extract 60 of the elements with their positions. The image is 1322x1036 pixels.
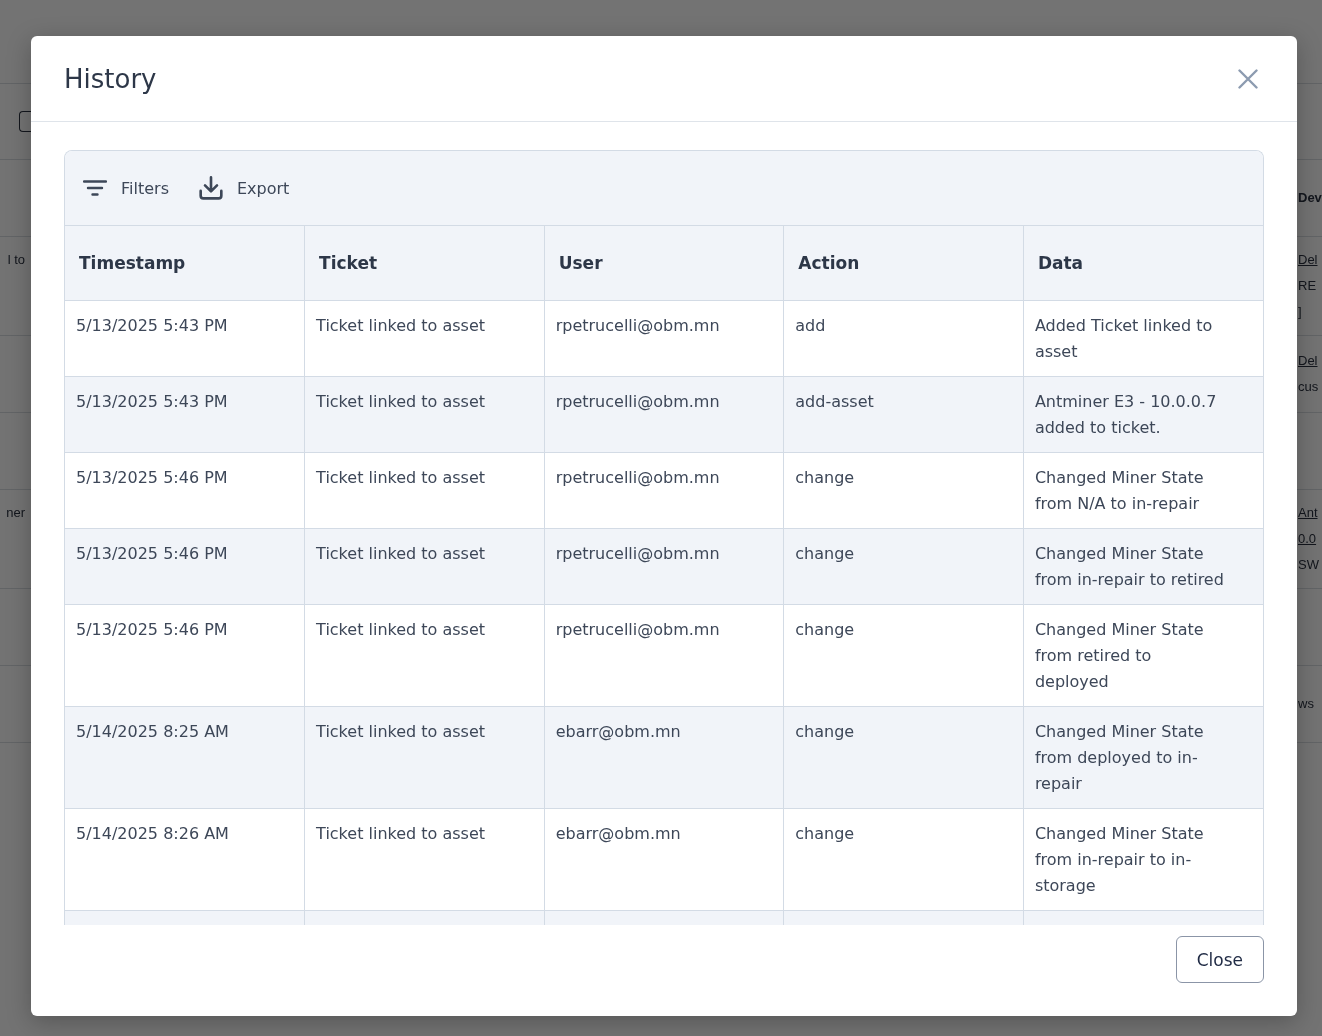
close-button[interactable]: Close: [1175, 936, 1264, 983]
table-cell: rpetrucelli@obm.mn: [544, 452, 784, 529]
cell-text: RE: [1298, 277, 1317, 295]
table-cell: Ticket linked to asset: [304, 604, 545, 707]
column-header: User: [544, 225, 784, 301]
table-cell: Ticket linked to asset: [304, 300, 545, 377]
column-header: Timestamp: [65, 225, 305, 301]
table-cell: 5/13/2025 5:43 PM: [65, 300, 305, 377]
table-cell: Added Ticket linked to asset: [1023, 300, 1263, 377]
link[interactable]: 0.0: [1298, 526, 1317, 552]
cell-text: ]: [1298, 303, 1302, 321]
table-cell: 5/13/2025 5:46 PM: [65, 604, 305, 707]
table-cell: change: [783, 528, 1024, 605]
table-cell: Changed Miner State from in-repair to in-storage: [1023, 808, 1263, 911]
table-cell: rpetrucelli@obm.mn: [544, 300, 784, 377]
table-cell: Antminer E3 - 10.0.0.7 added to ticket.: [1023, 376, 1263, 453]
table-cell: rpetrucelli@obm.mn: [544, 604, 784, 707]
table-cell: 5/13/2025 5:46 PM: [65, 528, 305, 605]
export-button[interactable]: Export: [198, 176, 290, 200]
column-header: Dev: [1298, 189, 1322, 207]
table-cell: 5/13/2025 5:46 PM: [65, 452, 305, 529]
filters-button[interactable]: Filters: [83, 178, 169, 198]
close-icon: [1238, 68, 1258, 89]
table-cell: change: [783, 604, 1024, 707]
table-cell: Ticket linked to asset: [304, 452, 545, 529]
table-cell: Changed Miner State from retired to deployed: [1023, 604, 1263, 707]
table-cell: Changed Miner State from in-repair to retired: [1023, 528, 1263, 605]
link[interactable]: Del: [1298, 348, 1318, 374]
column-header: Data: [1023, 225, 1263, 301]
cell-text: ws: [1298, 695, 1314, 713]
table-cell: Ticket linked to asset: [304, 376, 545, 453]
cell-text: SW: [1298, 556, 1319, 574]
table-cell: rpetrucelli@obm.mn: [544, 528, 784, 605]
table-cell: add: [783, 300, 1024, 377]
cell-text: cus: [1298, 378, 1319, 396]
table-cell: Ticket linked to asset: [304, 706, 545, 809]
table-cell: ebarr@obm.mn: [544, 808, 784, 911]
close-button[interactable]: [1238, 68, 1258, 89]
table-cell: change: [783, 452, 1024, 529]
table-cell: add-asset: [783, 376, 1024, 453]
link[interactable]: Del: [1298, 247, 1318, 273]
download-icon: [198, 176, 223, 200]
table-cell: Changed Miner State from deployed to in-repair: [1023, 706, 1263, 809]
filter-icon: [83, 180, 107, 196]
column-header: Action: [783, 225, 1024, 301]
table-cell: 5/14/2025 8:25 AM: [65, 706, 305, 809]
cell-text: ner: [6, 504, 25, 522]
table-cell: Changed Miner State from N/A to in-repair: [1023, 452, 1263, 529]
table-cell: 5/13/2025 5:43 PM: [65, 376, 305, 453]
table-cell: change: [783, 706, 1024, 809]
table-cell: Ticket linked to asset: [304, 808, 545, 911]
table-cell: Ticket linked to asset: [304, 528, 545, 605]
link[interactable]: Ant: [1298, 500, 1318, 526]
table-cell: change: [783, 808, 1024, 911]
table-cell: rpetrucelli@obm.mn: [544, 376, 784, 453]
dialog-title: History: [64, 63, 157, 94]
cell-text: l to: [7, 251, 25, 269]
table-cell: 5/14/2025 8:26 AM: [65, 808, 305, 911]
column-header: Ticket: [304, 225, 545, 301]
table-cell: ebarr@obm.mn: [544, 706, 784, 809]
